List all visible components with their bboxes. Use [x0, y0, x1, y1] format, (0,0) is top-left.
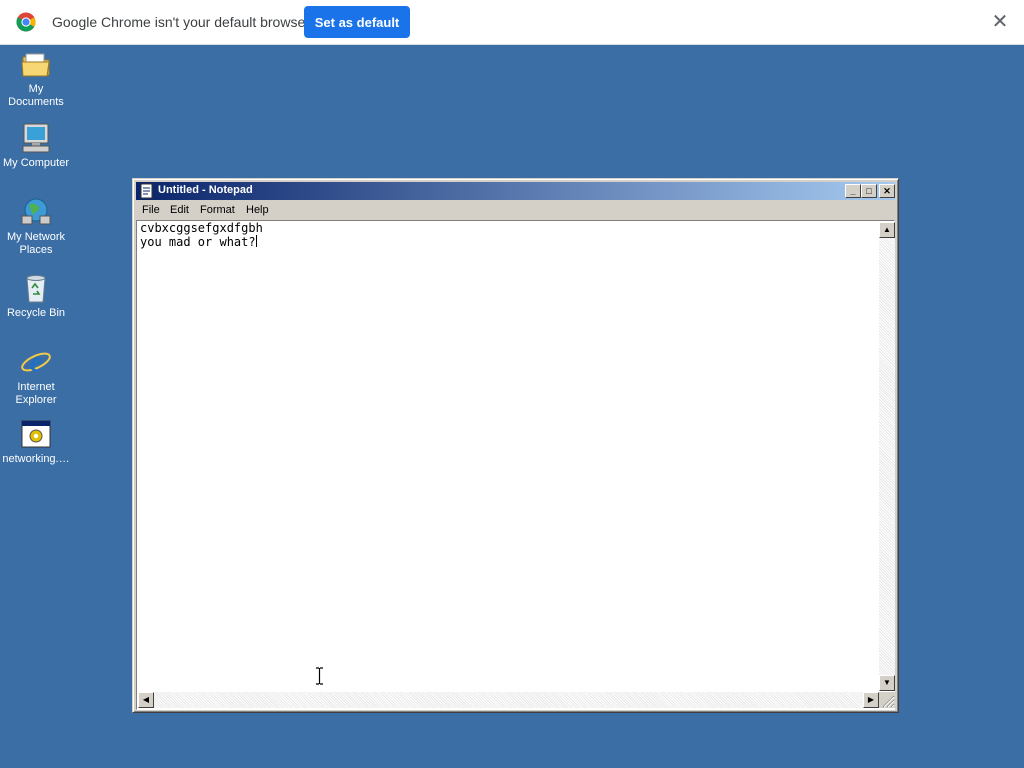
desktop-icon-networking[interactable]: networking.…	[0, 418, 72, 466]
set-as-default-button[interactable]: Set as default	[304, 6, 410, 38]
desktop-icon-label: My Documents	[8, 83, 64, 108]
desktop-icon-internet-explorer[interactable]: e Internet Explorer	[0, 346, 72, 407]
scroll-up-button[interactable]: ▲	[879, 222, 895, 238]
infobar-message: Google Chrome isn't your default browser	[52, 14, 310, 30]
program-icon	[21, 420, 51, 448]
vertical-scrollbar[interactable]: ▲ ▼	[879, 222, 895, 691]
notepad-window: Untitled - Notepad _ □ ✕ File Edit Forma…	[132, 178, 899, 713]
menu-help[interactable]: Help	[246, 204, 269, 216]
svg-text:e: e	[30, 347, 42, 378]
chrome-logo-icon	[16, 12, 36, 32]
scroll-right-button[interactable]: ▶	[863, 692, 879, 708]
maximize-button[interactable]: □	[861, 184, 877, 198]
computer-icon	[22, 123, 50, 153]
close-icon[interactable]: ✕	[991, 12, 1009, 32]
notepad-icon	[140, 183, 153, 199]
desktop-icon-label: networking.…	[2, 453, 70, 465]
chrome-infobar: Google Chrome isn't your default browser…	[0, 0, 1024, 45]
text-caret	[255, 235, 257, 247]
text-editor[interactable]: cvbxcggsefgxdfgbh you mad or what? ▲ ▼ ◀…	[136, 220, 895, 710]
desktop-icon-my-documents[interactable]: My Documents	[0, 48, 72, 109]
text-line-2: you mad or what?	[140, 235, 256, 249]
text-content[interactable]: cvbxcggsefgxdfgbh you mad or what?	[140, 222, 263, 249]
desktop-icon-label: Internet Explorer	[15, 381, 57, 406]
ibeam-cursor-icon	[316, 667, 323, 685]
resize-grip[interactable]	[879, 692, 895, 708]
menu-file[interactable]: File	[142, 204, 160, 216]
desktop-icon-label: My Network Places	[6, 231, 66, 256]
minimize-button[interactable]: _	[845, 184, 861, 198]
text-line-1: cvbxcggsefgxdfgbh	[140, 221, 263, 235]
title-bar[interactable]: Untitled - Notepad _ □ ✕	[136, 182, 895, 200]
folder-icon	[21, 53, 50, 77]
window-title: Untitled - Notepad	[158, 184, 253, 196]
desktop-icon-my-network-places[interactable]: My Network Places	[0, 196, 72, 257]
resize-grip-icon	[882, 695, 895, 708]
desktop-icon-label: Recycle Bin	[6, 307, 66, 319]
menu-edit[interactable]: Edit	[170, 204, 189, 216]
menu-format[interactable]: Format	[200, 204, 235, 216]
desktop-icon-recycle-bin[interactable]: Recycle Bin	[0, 272, 72, 320]
scroll-down-button[interactable]: ▼	[879, 675, 895, 691]
close-button[interactable]: ✕	[879, 184, 895, 198]
internet-explorer-icon: e	[21, 347, 51, 378]
menu-bar: File Edit Format Help	[136, 201, 895, 220]
desktop-icon-label: My Computer	[2, 157, 70, 169]
recycle-bin-icon	[26, 275, 46, 303]
desktop-icon-my-computer[interactable]: My Computer	[0, 122, 72, 170]
horizontal-scrollbar[interactable]: ◀ ▶	[138, 692, 879, 708]
scroll-left-button[interactable]: ◀	[138, 692, 154, 708]
network-icon	[21, 198, 51, 225]
